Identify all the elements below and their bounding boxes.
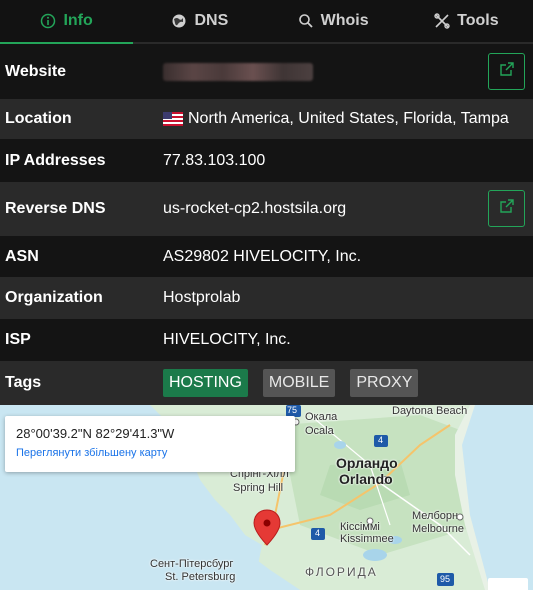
- map-label-ocala-uk: Окала: [305, 411, 338, 423]
- tag-hosting: HOSTING: [163, 369, 248, 397]
- coordinates-card: 28°00'39.2"N 82°29'41.3"W Переглянути зб…: [5, 416, 295, 472]
- info-icon: [40, 13, 56, 29]
- asn-label: ASN: [5, 247, 39, 265]
- ip-row: IP Addresses 77.83.103.100: [0, 139, 533, 182]
- tab-dns-label: DNS: [194, 12, 229, 29]
- tab-info-label: Info: [63, 12, 93, 29]
- reverse-dns-value: us-rocket-cp2.hostsila.org: [163, 200, 347, 217]
- tags-label: Tags: [5, 374, 42, 391]
- map-label-melbourne-uk: Мелборн: [412, 510, 459, 522]
- map-control-button[interactable]: [488, 578, 528, 590]
- tag-proxy: PROXY: [350, 369, 419, 397]
- organization-label: Organization: [5, 289, 103, 306]
- map-label-orlando-uk: Орландо: [336, 455, 398, 471]
- organization-value: Hostprolab: [163, 289, 241, 306]
- isp-row: ISP HIVELOCITY, Inc.: [0, 319, 533, 361]
- map-label-florida: ФЛОРИДА: [305, 565, 378, 579]
- map-label-ocala: Ocala: [305, 425, 334, 437]
- map-label-spring-hill: Spring Hill: [233, 482, 284, 494]
- location-label: Location: [5, 110, 72, 127]
- coordinates-text: 28°00'39.2"N 82°29'41.3"W: [16, 426, 175, 441]
- isp-value: HIVELOCITY, Inc.: [163, 331, 291, 348]
- asn-row: ASN AS29802 HIVELOCITY, Inc.: [0, 236, 533, 277]
- view-larger-map-link[interactable]: Переглянути збільшену карту: [16, 447, 284, 459]
- isp-label: ISP: [5, 331, 31, 348]
- hwy-4-label-a: 4: [378, 435, 384, 445]
- map-label-melbourne: Melbourne: [412, 523, 464, 535]
- website-label: Website: [5, 62, 67, 80]
- map-label-kissimmee-uk: Кіссіммі: [340, 521, 380, 533]
- map-label-kissimmee: Kissimmee: [340, 533, 394, 545]
- location-value: North America, United States, Florida, T…: [163, 110, 509, 128]
- hwy-95-label: 95: [440, 574, 451, 584]
- external-link-icon: [499, 198, 515, 219]
- organization-row: Organization Hostprolab: [0, 277, 533, 319]
- tools-icon: [434, 13, 450, 29]
- map-label-st-pete: St. Petersburg: [165, 571, 236, 583]
- tab-bar: Info DNS Whois Tools: [0, 0, 533, 44]
- website-row: Website: [0, 44, 533, 99]
- open-reverse-dns-button[interactable]: [488, 190, 525, 227]
- map-label-orlando: Orlando: [339, 471, 393, 487]
- map-label-daytona: Daytona Beach: [392, 405, 468, 417]
- tab-info[interactable]: Info: [0, 0, 134, 44]
- globe-icon: [171, 13, 187, 29]
- tab-dns[interactable]: DNS: [133, 0, 267, 44]
- open-website-button[interactable]: [488, 53, 525, 90]
- external-link-icon: [499, 61, 515, 82]
- website-value: [163, 62, 313, 81]
- reverse-dns-row: Reverse DNS us-rocket-cp2.hostsila.org: [0, 182, 533, 236]
- location-row: Location North America, United States, F…: [0, 99, 533, 139]
- map-label-st-pete-uk: Сент-Пітерсбург: [150, 558, 234, 570]
- tag-mobile: MOBILE: [262, 369, 336, 397]
- us-flag-icon: [163, 112, 183, 126]
- hwy-4-label-b: 4: [315, 528, 321, 538]
- location-map[interactable]: 75 4 4 95 Окала Ocala Daytona Beach Орла…: [0, 405, 533, 590]
- tab-tools-label: Tools: [457, 12, 499, 29]
- tags-row: Tags HOSTING MOBILE PROXY: [0, 361, 533, 405]
- tags-list: HOSTING MOBILE PROXY: [163, 369, 428, 397]
- tab-whois-label: Whois: [320, 12, 369, 29]
- blurred-website: [163, 62, 313, 81]
- reverse-dns-label: Reverse DNS: [5, 200, 106, 217]
- ip-label: IP Addresses: [5, 151, 106, 169]
- ip-value: 77.83.103.100: [163, 151, 266, 169]
- asn-value: AS29802 HIVELOCITY, Inc.: [163, 247, 362, 265]
- search-icon: [298, 13, 314, 29]
- tab-whois[interactable]: Whois: [266, 0, 400, 44]
- tab-tools[interactable]: Tools: [399, 0, 533, 44]
- hwy-75-label: 75: [287, 405, 298, 415]
- location-text: North America, United States, Florida, T…: [188, 110, 509, 127]
